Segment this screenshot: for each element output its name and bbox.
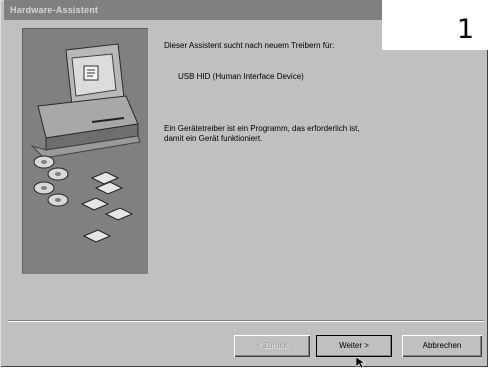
title-bar: Hardware-Assistent [4,0,382,20]
wizard-illustration-panel [22,28,148,274]
driver-info-line-2: damit ein Gerät funktioniert. [164,134,263,143]
discs-icon [33,155,134,243]
wizard-window: Hardware-Assistent Dieser Assistent such… [0,0,488,369]
back-button[interactable]: < Zurück [234,335,310,357]
next-button[interactable]: Weiter > [316,335,392,357]
button-divider [8,320,484,322]
cancel-button[interactable]: Abbrechen [402,335,482,357]
driver-info-text: Ein Gerätetreiber ist ein Programm, das … [164,124,454,144]
step-number: 1 [382,0,490,50]
device-name: USB HID (Human Interface Device) [178,72,304,81]
window-title: Hardware-Assistent [10,5,99,15]
driver-info-line-1: Ein Gerätetreiber ist ein Programm, das … [164,124,360,133]
mouse-pointer-icon [356,357,366,369]
